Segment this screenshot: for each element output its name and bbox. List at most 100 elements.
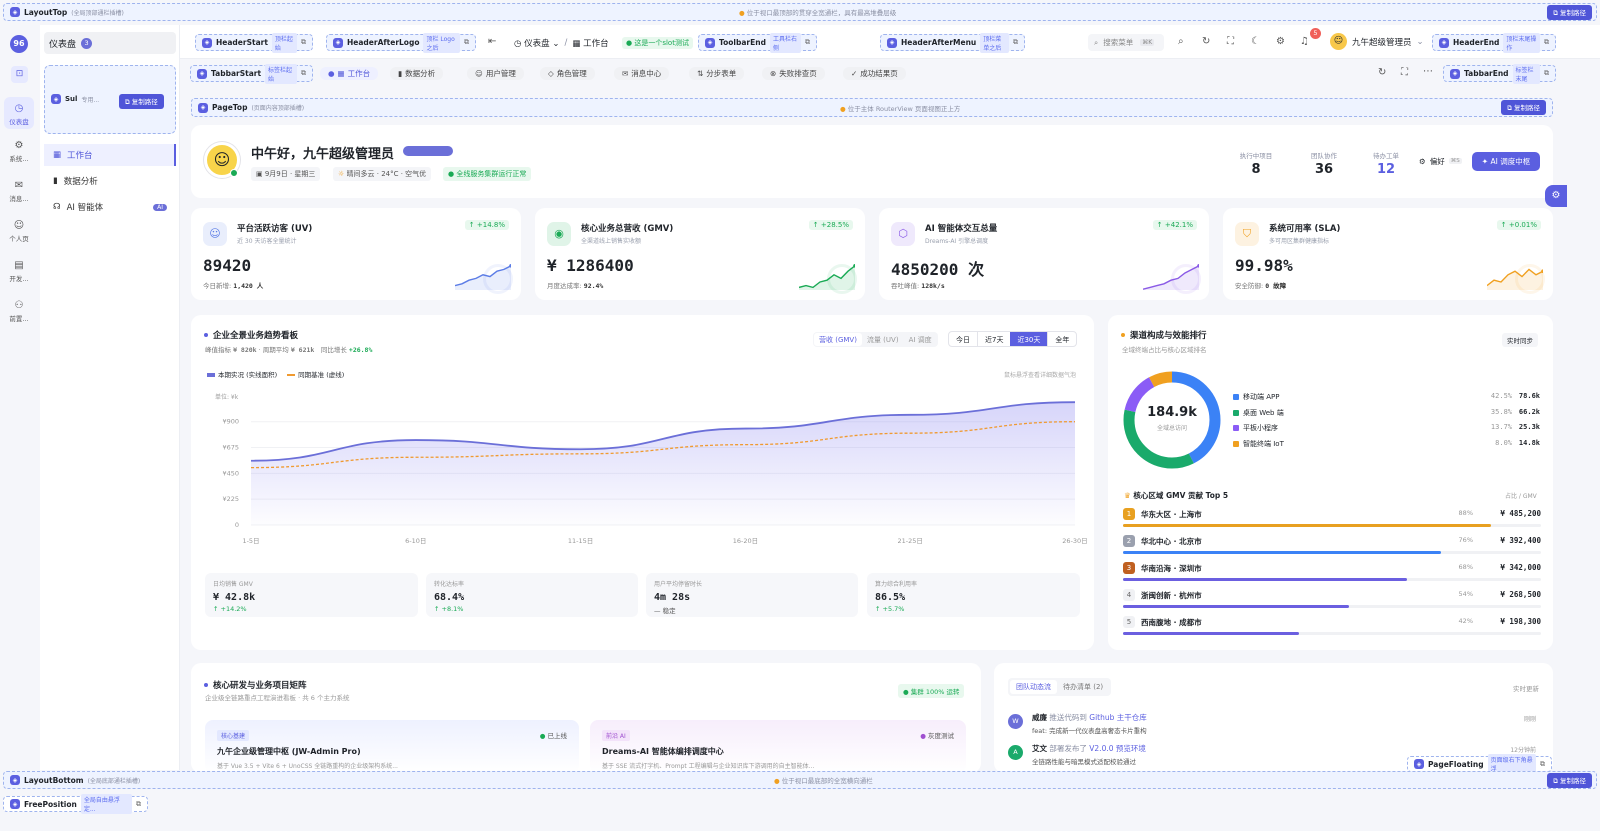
metric-tab-gmv[interactable]: 营收 (GMV) bbox=[814, 333, 862, 346]
copy-icon[interactable]: ⧉ bbox=[1013, 38, 1018, 47]
app-logo[interactable]: 96 bbox=[10, 35, 28, 53]
rank-value: ¥ 198,300 bbox=[1500, 617, 1541, 626]
rail-item-dashboard[interactable]: ◷ 仪表盘 bbox=[4, 97, 34, 129]
project-card-core[interactable]: 核心基建 ● 已上线 九午企业级管理中枢 (JW-Admin Pro) 基于 V… bbox=[205, 720, 579, 773]
rank-row[interactable]: 2 华北中心 · 北京市 76% ¥ 392,400 bbox=[1123, 535, 1541, 559]
copy-icon[interactable]: ⧉ bbox=[1544, 38, 1549, 47]
copy-icon[interactable]: ⧉ bbox=[301, 38, 306, 47]
collapse-icon[interactable]: ⊡ bbox=[11, 66, 28, 83]
search-input[interactable]: ⌕ 搜索菜单 ⌘K bbox=[1088, 34, 1164, 51]
range-tab-year[interactable]: 全年 bbox=[1047, 332, 1076, 346]
project-card-ai[interactable]: 前沿 AI ● 灰度测试 Dreams-AI 智能体编排调度中心 基于 SSE … bbox=[590, 720, 966, 773]
tab-workbench[interactable]: ● ▦ 工作台 bbox=[320, 67, 379, 80]
copy-icon[interactable]: ⧉ bbox=[301, 69, 306, 78]
tab-failure-page[interactable]: ⊗ 失败排查页 bbox=[762, 67, 825, 80]
kpi-daily-gmv: 日均销售 GMV ¥ 42.8k ↑ +14.2% bbox=[205, 573, 418, 617]
rail-item-frontend[interactable]: ⚇ 前置... bbox=[4, 300, 34, 323]
metric-card[interactable]: ☺ 平台活跃访客 (UV) 近 30 天访客全量统计 ↑ +14.8% 8942… bbox=[191, 208, 521, 300]
preferences-button[interactable]: ⚙ 偏好 ⌘S bbox=[1413, 153, 1468, 169]
range-tab-today[interactable]: 今日 bbox=[949, 332, 977, 346]
copy-icon[interactable]: ⧉ bbox=[1544, 69, 1549, 78]
menu-item-analytics[interactable]: ▮ 数据分析 bbox=[44, 170, 176, 192]
copy-path-button[interactable]: ⧉ 复制路径 bbox=[1501, 100, 1546, 115]
rail-item-system[interactable]: ⚙ 系统... bbox=[4, 140, 34, 163]
rank-row[interactable]: 4 浙闽创新 · 杭州市 54% ¥ 268,500 bbox=[1123, 589, 1541, 613]
moon-icon[interactable]: ☾ bbox=[1251, 36, 1260, 47]
copy-icon[interactable]: ⧉ bbox=[805, 38, 810, 47]
avatar: W bbox=[1008, 714, 1023, 729]
search-icon[interactable]: ⌕ bbox=[1178, 36, 1184, 47]
fullscreen-icon[interactable]: ⛶ bbox=[1227, 36, 1234, 47]
activity-more[interactable]: 实时更新 bbox=[1513, 683, 1539, 693]
refresh-icon[interactable]: ↻ bbox=[1202, 36, 1210, 47]
legend-swatch bbox=[1233, 394, 1239, 400]
user-menu[interactable]: ☺ 九午超级管理员 ⌄ bbox=[1330, 33, 1424, 50]
header-after-menu-slot: ◈ HeaderAfterMenu 顶栏菜单之后 ⧉ bbox=[880, 32, 1025, 53]
tab-success-page[interactable]: ✓ 成功结果页 bbox=[843, 67, 906, 80]
tab-users[interactable]: ☺ 用户管理 bbox=[467, 67, 524, 80]
rank-bar-fill bbox=[1123, 551, 1441, 554]
cluster-status-badge: ● 集群 100% 运转 bbox=[898, 684, 965, 698]
trend-chart[interactable]: 单位: ¥k 0 ¥225 ¥450 ¥675 ¥900 1-5日 6-10日 11-15日 16… bbox=[191, 385, 1094, 575]
rail-item-dev[interactable]: ▤ 开发... bbox=[4, 260, 34, 283]
tab-team-feed[interactable]: 团队动态流 bbox=[1010, 680, 1057, 694]
rank-pct: 68% bbox=[1458, 563, 1473, 571]
rank-pct: 76% bbox=[1458, 536, 1473, 544]
rank-row[interactable]: 3 华南沿海 · 深圳市 68% ¥ 342,000 bbox=[1123, 562, 1541, 586]
channel-donut[interactable] bbox=[1120, 368, 1224, 472]
projects-card: 核心研发与业务项目矩阵 企业级全链路重点工程演进看板 · 共 6 个主力系统 ●… bbox=[191, 663, 981, 773]
bell-icon[interactable]: ♫ bbox=[1300, 36, 1309, 47]
rank-row[interactable]: 5 西南腹地 · 成都市 42% ¥ 198,300 bbox=[1123, 616, 1541, 640]
range-tab-7d[interactable]: 近7天 bbox=[977, 332, 1010, 346]
copy-icon[interactable]: ⧉ bbox=[1540, 760, 1545, 769]
more-icon[interactable]: ⋯ bbox=[1423, 66, 1433, 77]
copy-path-button[interactable]: ⧉ 复制路径 bbox=[1547, 772, 1592, 788]
rank-value: ¥ 268,500 bbox=[1500, 590, 1541, 599]
rank-row[interactable]: 1 华东大区 · 上海市 88% ¥ 485,200 bbox=[1123, 508, 1541, 532]
rail-item-messages[interactable]: ✉ 消息... bbox=[4, 180, 34, 203]
kpi-conversion: 转化达标率 68.4% ↑ +8.1% bbox=[426, 573, 638, 617]
title-dot-icon bbox=[204, 683, 208, 687]
metric-value: 4850200 次 bbox=[891, 260, 985, 279]
tab-analytics[interactable]: ▮ 数据分析 bbox=[390, 67, 444, 80]
menu-item-ai-agent[interactable]: ☊ AI 智能体 AI bbox=[44, 196, 176, 218]
dashboard-icon: ◷ bbox=[14, 103, 24, 114]
metric-card[interactable]: ⛉ 系统可用率 (SLA) 多可用区集群健康指标 ↑ +0.01% 99.98%… bbox=[1223, 208, 1553, 300]
channel-legend-row: 智能终端 IoT 8.0% 14.8k bbox=[1233, 439, 1540, 451]
breadcrumb-root[interactable]: ◷ 仪表盘 ⌄ bbox=[514, 37, 559, 49]
toolbar-end-slot: ◈ ToolbarEnd 工具栏右侧 ⧉ bbox=[698, 32, 817, 53]
donut-total-label: 全域总访问 bbox=[1156, 425, 1187, 432]
rank-bar-track bbox=[1123, 605, 1541, 608]
rail-item-profile[interactable]: ☺ 个人页 bbox=[4, 220, 34, 243]
layout-top-slot: ◈ LayoutTop (全局顶部通栏插槽) ● 位于视口最顶部的贯穿全宽通栏，… bbox=[3, 3, 1597, 21]
menu-fold-icon[interactable]: ⇤ bbox=[488, 36, 496, 47]
breadcrumb-current[interactable]: ▦ 工作台 bbox=[572, 37, 608, 49]
copy-icon[interactable]: ⧉ bbox=[136, 800, 141, 809]
tab-messages[interactable]: ✉ 消息中心 bbox=[614, 67, 670, 80]
tab-todo[interactable]: 待办清单 (2) bbox=[1057, 680, 1109, 694]
rank-number: 4 bbox=[1123, 589, 1135, 601]
ai-badge: AI bbox=[153, 203, 167, 211]
maximize-icon[interactable]: ⛶ bbox=[1401, 67, 1408, 78]
metric-tab-ai[interactable]: AI 调度 bbox=[904, 333, 937, 346]
copy-path-button[interactable]: ⧉ 复制路径 bbox=[1547, 4, 1592, 20]
series-actual-area bbox=[251, 402, 1075, 525]
slot-icon: ◈ bbox=[887, 37, 897, 48]
tab-roles[interactable]: ◇ 角色管理 bbox=[540, 67, 595, 80]
menu-item-workbench[interactable]: ▦ 工作台 bbox=[44, 144, 176, 166]
tab-step-form[interactable]: ⇅ 分步表单 bbox=[689, 67, 745, 80]
metric-card[interactable]: ◉ 核心业务总营收 (GMV) 全渠道线上销售实收额 ↑ +28.5% ¥ 12… bbox=[535, 208, 865, 300]
floating-settings-button[interactable]: ⚙ bbox=[1545, 185, 1567, 207]
copy-icon[interactable]: ⧉ bbox=[464, 38, 469, 47]
x-tick-label: 11-15日 bbox=[568, 537, 593, 545]
network-icon: ⚇ bbox=[14, 300, 24, 311]
refresh-icon[interactable]: ↻ bbox=[1378, 67, 1386, 78]
copy-path-button[interactable]: ⧉ 复制路径 bbox=[119, 94, 164, 109]
ai-dispatch-button[interactable]: ✦ AI 调度中枢 bbox=[1472, 152, 1540, 171]
rank-name: 华南沿海 · 深圳市 bbox=[1141, 564, 1202, 573]
gear-icon[interactable]: ⚙ bbox=[1276, 36, 1285, 47]
title-dot-icon bbox=[1121, 333, 1125, 337]
range-tab-30d[interactable]: 近30天 bbox=[1010, 332, 1048, 346]
metric-tab-uv[interactable]: 流量 (UV) bbox=[862, 333, 904, 346]
metric-card[interactable]: ⬡ AI 智能体交互总量 Dreams-AI 引擎总调度 ↑ +42.1% 48… bbox=[879, 208, 1209, 300]
